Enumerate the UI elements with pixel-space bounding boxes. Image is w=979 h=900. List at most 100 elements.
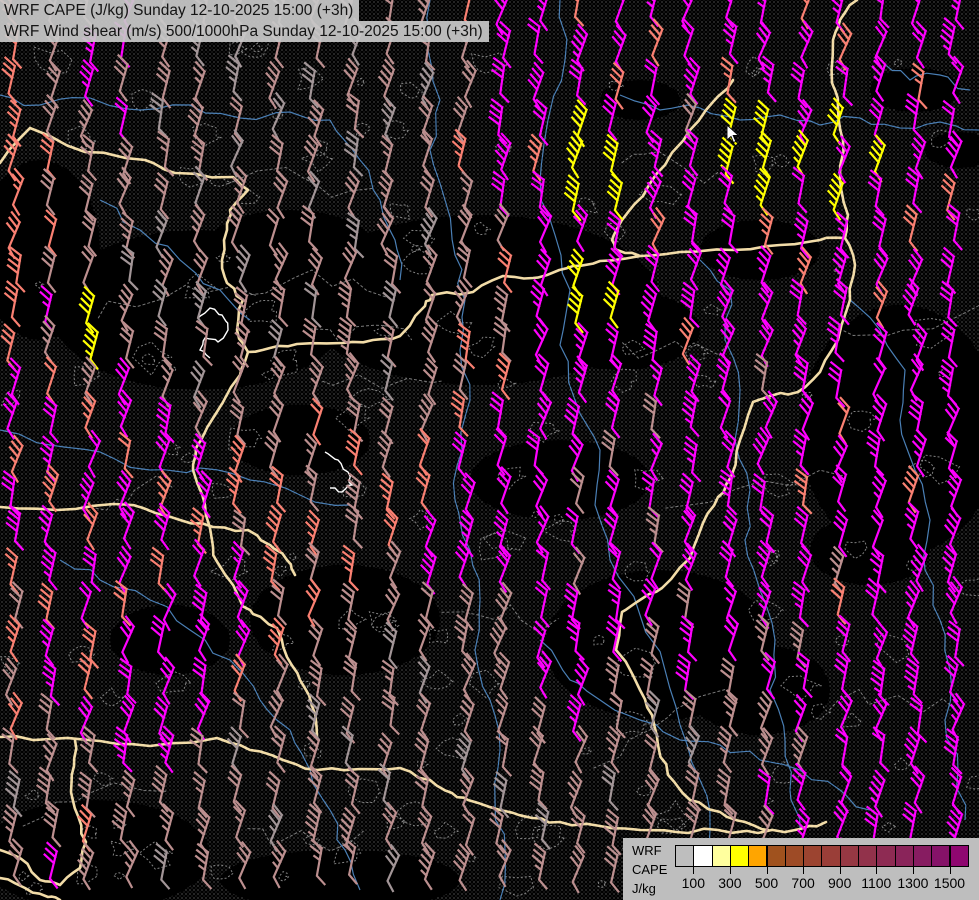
wind-barb bbox=[298, 511, 329, 556]
wind-barb bbox=[73, 60, 104, 105]
wind-barb bbox=[409, 63, 443, 109]
black-patch bbox=[810, 515, 930, 585]
wind-barb bbox=[0, 729, 23, 773]
wind-barb bbox=[410, 97, 442, 142]
wind-barb bbox=[678, 130, 708, 175]
wind-barb bbox=[943, 0, 971, 28]
wind-barb bbox=[749, 101, 778, 146]
wind-barb bbox=[678, 58, 710, 103]
terrain-contour bbox=[274, 567, 286, 577]
wind-barb bbox=[599, 135, 628, 179]
legend-tick-label: 700 bbox=[791, 875, 814, 891]
terrain-contour bbox=[251, 43, 262, 52]
wind-barb bbox=[745, 428, 779, 474]
wind-barb bbox=[409, 807, 441, 852]
wind-barb bbox=[788, 582, 814, 626]
wind-barb bbox=[940, 768, 971, 813]
wind-barb bbox=[147, 94, 173, 137]
wind-barb bbox=[35, 358, 67, 403]
wind-barb bbox=[34, 584, 62, 628]
wind-barb bbox=[560, 846, 594, 892]
wind-barb bbox=[187, 729, 213, 772]
terrain-contour bbox=[93, 773, 112, 785]
wind-barb bbox=[640, 208, 675, 254]
wind-barb bbox=[867, 211, 896, 255]
legend-color-box bbox=[675, 845, 694, 867]
wind-barb bbox=[710, 354, 740, 399]
wind-barb bbox=[0, 436, 33, 482]
wind-barb bbox=[260, 772, 289, 817]
wind-barb bbox=[221, 56, 248, 100]
cursor-icon bbox=[726, 124, 740, 144]
cape-legend: WRF CAPE J/kg 10030050070090011001300150… bbox=[623, 838, 979, 900]
wind-barb bbox=[258, 691, 293, 737]
legend-tick bbox=[950, 867, 951, 874]
wind-barb bbox=[603, 26, 636, 71]
wind-barb bbox=[895, 581, 929, 627]
wind-barb bbox=[222, 655, 255, 700]
wind-barb bbox=[182, 540, 215, 585]
terrain-contour bbox=[579, 198, 597, 213]
wind-barb bbox=[111, 503, 144, 548]
legend-tick-label: 1300 bbox=[897, 875, 928, 891]
wind-barb bbox=[68, 100, 102, 146]
wind-barb bbox=[525, 698, 555, 743]
legend-color-box bbox=[821, 845, 840, 867]
wind-barb bbox=[754, 507, 783, 551]
wind-barb bbox=[33, 620, 63, 665]
legend-tick-label: 1500 bbox=[934, 875, 965, 891]
wind-barb bbox=[901, 168, 928, 212]
terrain-contour bbox=[746, 56, 768, 77]
wind-barb bbox=[413, 171, 444, 216]
wind-barb bbox=[488, 172, 514, 215]
black-patch bbox=[470, 440, 650, 520]
wind-barb bbox=[902, 767, 934, 812]
wind-barb bbox=[488, 773, 516, 817]
wind-barb bbox=[107, 55, 138, 100]
legend-color-box bbox=[931, 845, 950, 867]
terrain-contour bbox=[622, 152, 734, 184]
wind-barb bbox=[340, 768, 369, 812]
wind-barb bbox=[868, 0, 894, 27]
wind-barb bbox=[257, 62, 290, 107]
wind-barb bbox=[559, 132, 592, 177]
wind-barb bbox=[32, 506, 62, 551]
wind-barb bbox=[488, 58, 514, 101]
wind-barb bbox=[748, 169, 780, 214]
wind-barb bbox=[938, 656, 968, 701]
wind-barb bbox=[749, 0, 776, 31]
terrain-contour bbox=[469, 670, 499, 698]
legend-tick bbox=[693, 867, 694, 874]
legend-color-box bbox=[840, 845, 859, 867]
legend-color-box bbox=[858, 845, 877, 867]
wind-barb bbox=[336, 172, 369, 217]
legend-tick-label: 900 bbox=[828, 875, 851, 891]
wind-barb bbox=[756, 57, 783, 101]
wind-barb bbox=[343, 94, 369, 137]
wind-barb bbox=[370, 734, 402, 779]
terrain-contour bbox=[637, 786, 651, 796]
wind-barb bbox=[183, 392, 217, 438]
wind-barb bbox=[38, 398, 66, 442]
terrain-contour bbox=[463, 851, 475, 861]
terrain-contour bbox=[401, 83, 423, 99]
wind-barb bbox=[484, 808, 513, 852]
wind-barb bbox=[638, 0, 667, 26]
legend-color-box bbox=[748, 845, 767, 867]
wind-barb bbox=[370, 431, 401, 476]
wind-barb bbox=[374, 474, 402, 518]
legend-color-box bbox=[895, 845, 914, 867]
wind-barb bbox=[148, 471, 181, 516]
wind-barb bbox=[528, 172, 554, 215]
terrain-contour bbox=[882, 822, 896, 832]
wind-barb bbox=[108, 391, 141, 436]
legend-tick bbox=[876, 867, 877, 874]
wind-barb bbox=[786, 63, 813, 107]
wind-barb bbox=[222, 542, 254, 587]
terrain-contour bbox=[101, 688, 124, 706]
wind-barb bbox=[0, 359, 30, 404]
wind-barb bbox=[487, 840, 521, 886]
wind-barb bbox=[527, 844, 555, 888]
wind-barb bbox=[832, 61, 858, 104]
wind-barb bbox=[0, 549, 27, 593]
